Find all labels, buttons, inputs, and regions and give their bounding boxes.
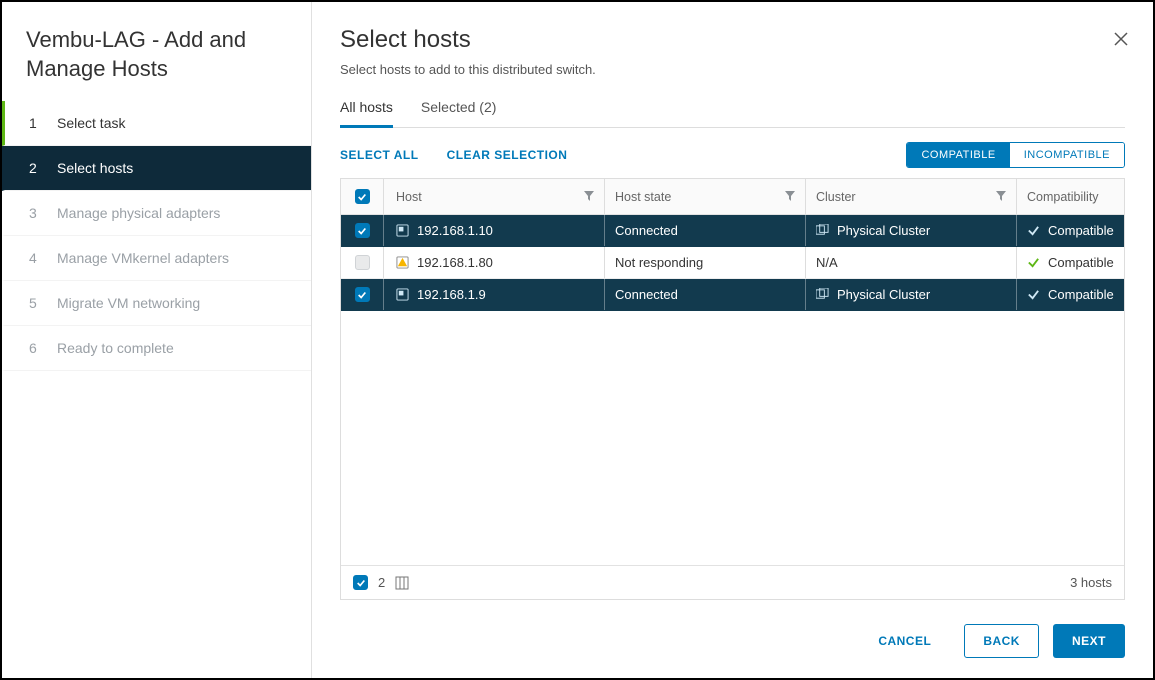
step-number: 1 [29, 115, 43, 131]
col-header-host[interactable]: Host [394, 190, 604, 204]
host-warning-icon [396, 256, 409, 269]
step-label: Migrate VM networking [57, 295, 200, 311]
step-number: 3 [29, 205, 43, 221]
wizard-content: Select hosts Select hosts to add to this… [312, 2, 1153, 678]
wizard-footer: CANCEL BACK NEXT [340, 624, 1125, 658]
toggle-compatible[interactable]: COMPATIBLE [907, 143, 1009, 167]
row-checkbox[interactable] [355, 223, 370, 238]
compat-text: Compatible [1048, 223, 1114, 238]
table-row[interactable]: 192.168.1.10 Connected Physical Cluster [341, 215, 1124, 247]
cluster-icon [816, 224, 829, 237]
cluster-name: Physical Cluster [837, 223, 930, 238]
step-physical-adapters: 3 Manage physical adapters [2, 191, 311, 236]
step-ready-complete: 6 Ready to complete [2, 326, 311, 371]
page-subtitle: Select hosts to add to this distributed … [340, 62, 1125, 77]
compatibility-toggle: COMPATIBLE INCOMPATIBLE [906, 142, 1125, 168]
step-number: 5 [29, 295, 43, 311]
step-vmkernel-adapters: 4 Manage VMkernel adapters [2, 236, 311, 281]
step-label: Select hosts [57, 160, 133, 176]
next-button[interactable]: NEXT [1053, 624, 1125, 658]
table-body: 192.168.1.10 Connected Physical Cluster [341, 215, 1124, 565]
clear-selection-button[interactable]: CLEAR SELECTION [447, 148, 568, 162]
selected-count: 2 [378, 575, 385, 590]
cluster-name: N/A [816, 255, 838, 270]
host-ip: 192.168.1.10 [417, 223, 493, 238]
compat-text: Compatible [1048, 255, 1114, 270]
wizard-dialog: Vembu-LAG - Add and Manage Hosts 1 Selec… [0, 0, 1155, 680]
table-header: Host Host state Cluster [341, 179, 1124, 215]
back-button[interactable]: BACK [964, 624, 1039, 658]
page-title: Select hosts [340, 26, 1125, 54]
select-all-checkbox[interactable] [355, 189, 370, 204]
step-label: Manage physical adapters [57, 205, 220, 221]
selection-indicator-icon [353, 575, 368, 590]
step-number: 4 [29, 250, 43, 266]
tab-all-hosts[interactable]: All hosts [340, 91, 393, 128]
row-checkbox[interactable] [355, 287, 370, 302]
step-label: Ready to complete [57, 340, 174, 356]
check-icon [1027, 256, 1040, 269]
step-migrate-networking: 5 Migrate VM networking [2, 281, 311, 326]
host-state: Connected [615, 223, 805, 238]
host-tabs: All hosts Selected (2) [340, 91, 1125, 128]
step-number: 2 [29, 160, 43, 176]
cluster-icon [816, 288, 829, 301]
compat-text: Compatible [1048, 287, 1114, 302]
column-picker-icon[interactable] [395, 576, 409, 590]
wizard-steps: 1 Select task 2 Select hosts 3 Manage ph… [2, 101, 311, 371]
col-header-cluster[interactable]: Cluster [816, 190, 1016, 204]
check-icon [1027, 224, 1040, 237]
filter-icon[interactable] [996, 190, 1006, 204]
wizard-title: Vembu-LAG - Add and Manage Hosts [2, 26, 311, 95]
wizard-sidebar: Vembu-LAG - Add and Manage Hosts 1 Selec… [2, 2, 312, 678]
step-label: Manage VMkernel adapters [57, 250, 229, 266]
hosts-table: Host Host state Cluster [340, 178, 1125, 600]
step-select-hosts[interactable]: 2 Select hosts [2, 146, 311, 191]
host-ip: 192.168.1.80 [417, 255, 493, 270]
total-count: 3 hosts [1070, 575, 1112, 590]
step-select-task[interactable]: 1 Select task [2, 101, 311, 146]
select-all-button[interactable]: SELECT ALL [340, 148, 419, 162]
host-icon [396, 224, 409, 237]
cancel-button[interactable]: CANCEL [859, 624, 950, 658]
close-icon[interactable] [1113, 30, 1129, 53]
host-ip: 192.168.1.9 [417, 287, 486, 302]
table-row[interactable]: 192.168.1.80 Not responding N/A Compatib… [341, 247, 1124, 279]
table-controls: SELECT ALL CLEAR SELECTION COMPATIBLE IN… [340, 142, 1125, 168]
host-state: Not responding [615, 255, 805, 270]
check-icon [1027, 288, 1040, 301]
col-header-state[interactable]: Host state [615, 190, 805, 204]
step-label: Select task [57, 115, 125, 131]
cluster-name: Physical Cluster [837, 287, 930, 302]
host-icon [396, 288, 409, 301]
row-checkbox[interactable] [355, 255, 370, 270]
table-row[interactable]: 192.168.1.9 Connected Physical Cluster [341, 279, 1124, 311]
table-footer: 2 3 hosts [341, 565, 1124, 599]
col-header-compat[interactable]: Compatibility [1027, 190, 1124, 204]
filter-icon[interactable] [785, 190, 795, 204]
filter-icon[interactable] [584, 190, 594, 204]
host-state: Connected [615, 287, 805, 302]
tab-selected-hosts[interactable]: Selected (2) [421, 91, 496, 127]
toggle-incompatible[interactable]: INCOMPATIBLE [1010, 143, 1124, 167]
step-number: 6 [29, 340, 43, 356]
